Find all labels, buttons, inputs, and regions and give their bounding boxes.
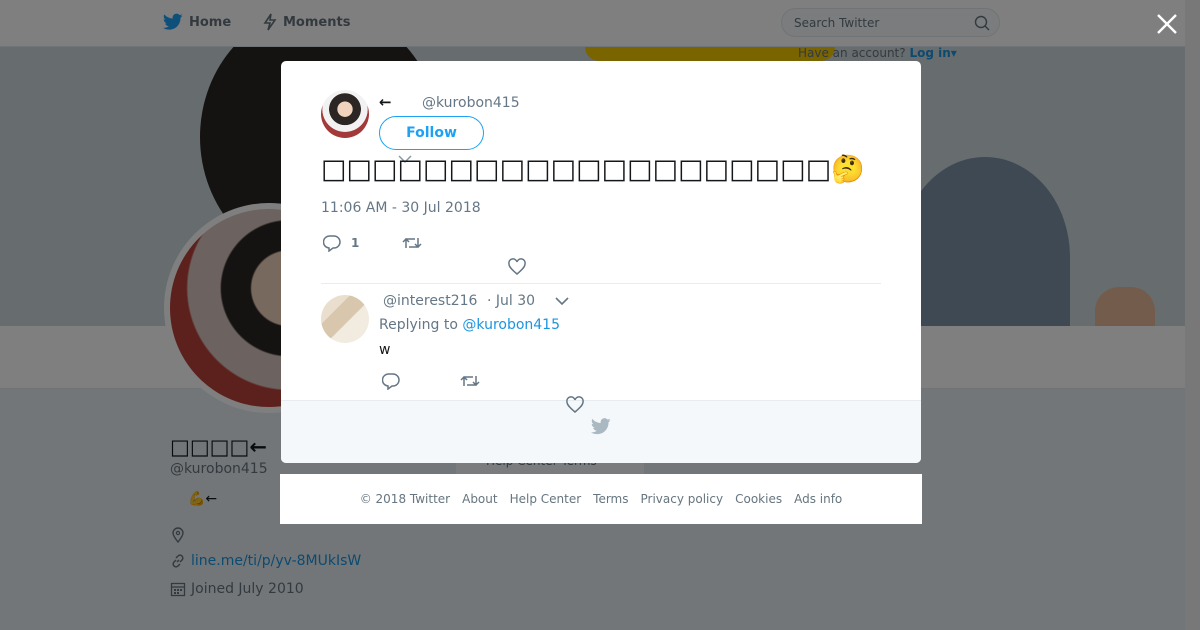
tweet-text: □□□□□□□□□□□□□□□□□□□□🤔 [321, 154, 865, 185]
replying-to-handle-link[interactable]: @kurobon415 [462, 317, 560, 333]
retweet-icon [402, 237, 422, 249]
heart-icon [508, 258, 526, 275]
footer-link-about[interactable]: About [462, 492, 497, 506]
tweet-permalink-modal: ← @kurobon415 Follow □□□□□□□□□□□□□□□□□□□… [281, 61, 921, 463]
reply-icon [323, 235, 341, 252]
reply-divider [321, 283, 881, 284]
reply-reply-button[interactable] [382, 372, 410, 390]
footer-link-ads-info[interactable]: Ads info [794, 492, 842, 506]
modal-footer [281, 400, 921, 463]
footer-link-terms[interactable]: Terms [593, 492, 628, 506]
replying-to: Replying to @kurobon415 [379, 317, 560, 333]
footer-link-help-center[interactable]: Help Center [510, 492, 582, 506]
heart-icon [566, 396, 584, 413]
bird-icon [591, 418, 611, 435]
like-button[interactable] [508, 258, 536, 276]
reply-author-handle[interactable]: @interest216 [383, 293, 477, 309]
reply-button[interactable]: 1 [323, 234, 359, 252]
reply-retweet-button[interactable] [460, 372, 490, 390]
tweet-author-handle[interactable]: @kurobon415 [422, 95, 520, 111]
chevron-down-icon[interactable] [554, 296, 570, 306]
reply-like-button[interactable] [566, 396, 594, 414]
tweet-author-name[interactable]: ← [379, 93, 392, 111]
close-icon[interactable] [1154, 11, 1180, 37]
footer-link-cookies[interactable]: Cookies [735, 492, 782, 506]
reply-date[interactable]: · Jul 30 [487, 293, 535, 309]
replying-to-prefix: Replying to [379, 317, 458, 333]
tweet-timestamp[interactable]: 11:06 AM - 30 Jul 2018 [321, 200, 481, 216]
reply-count: 1 [351, 236, 360, 250]
reply-author-avatar[interactable] [321, 295, 369, 343]
retweet-icon [460, 375, 480, 387]
copyright: © 2018 Twitter [359, 492, 451, 506]
footer-link-privacy[interactable]: Privacy policy [641, 492, 724, 506]
reply-text: w [379, 342, 391, 358]
retweet-button[interactable] [402, 234, 432, 252]
reply-icon [382, 373, 400, 390]
tweet-author-avatar[interactable] [321, 90, 369, 138]
legal-footer: © 2018 Twitter About Help Center Terms P… [280, 474, 922, 524]
follow-button[interactable]: Follow [379, 116, 484, 150]
